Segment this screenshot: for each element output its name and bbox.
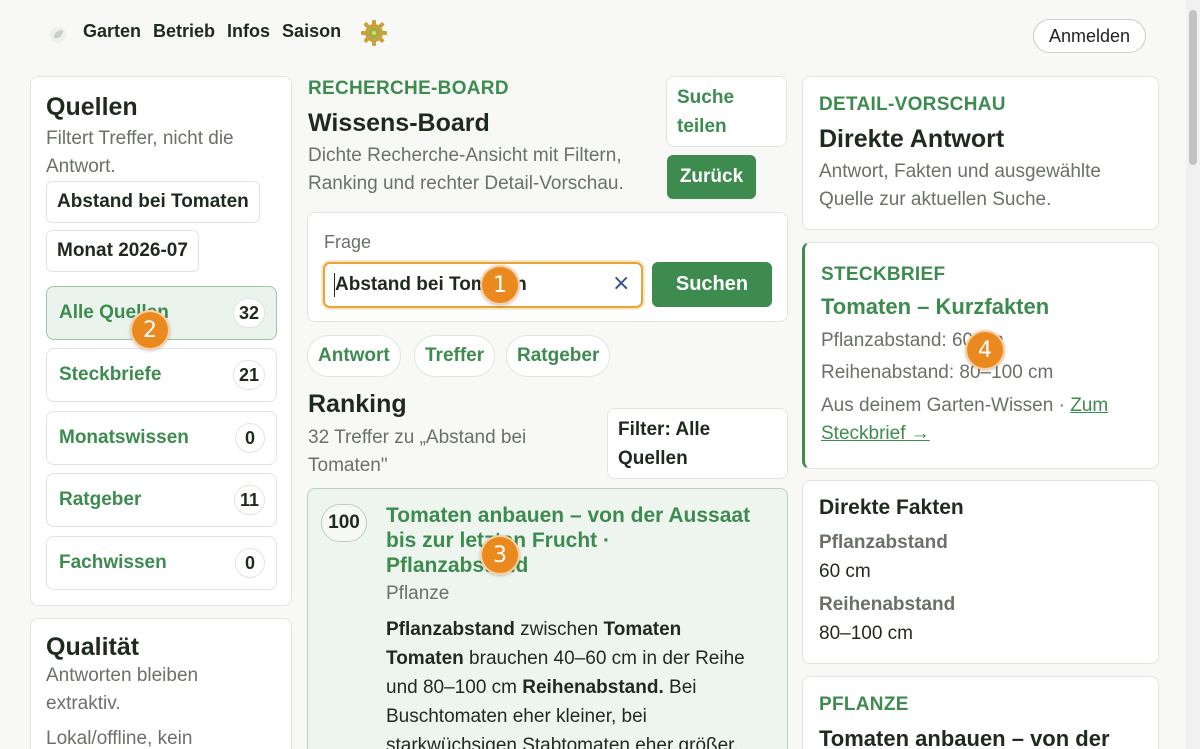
- quality-panel: Qualität Antworten bleiben extraktiv. Lo…: [30, 618, 292, 749]
- source-filter-label: Ratgeber: [59, 489, 142, 510]
- query-chip[interactable]: Abstand bei Tomaten: [46, 181, 260, 223]
- scrollbar-thumb[interactable]: [1189, 10, 1197, 165]
- share-search-button[interactable]: Suche teilen: [666, 76, 787, 147]
- source-filter-label: Steckbriefe: [59, 364, 162, 385]
- steckbrief-line-reihenabstand: Reihenabstand: 80–100 cm: [821, 362, 1054, 383]
- steckbrief-title: Tomaten – Kurzfakten: [821, 294, 1050, 319]
- nav-link-garten[interactable]: Garten: [83, 21, 141, 42]
- fact-label: Reihenabstand: [819, 594, 956, 615]
- tab-ratgeber[interactable]: Ratgeber: [506, 335, 611, 377]
- detail-title: Direkte Antwort: [819, 125, 1005, 153]
- annotation-badge-3: 3: [480, 535, 520, 575]
- ranking-title: Ranking: [308, 390, 407, 418]
- source-filter-count: 11: [233, 485, 265, 515]
- plant-eyebrow: PFLANZE: [819, 694, 909, 715]
- sources-subtitle: Filtert Treffer, nicht die Antwort.: [46, 128, 234, 177]
- source-filter-count: 0: [235, 548, 265, 578]
- source-filter-monatswissen[interactable]: Monatswissen 0: [46, 411, 277, 465]
- search-card: Frage Abstand bei Tomaten × Suchen: [307, 212, 788, 322]
- fact-value: 80–100 cm: [819, 623, 914, 644]
- result-card[interactable]: 100 Tomaten anbauen – von der Aussaat bi…: [307, 488, 788, 749]
- detail-eyebrow: DETAIL-VORSCHAU: [819, 94, 1006, 115]
- direct-facts-card: Direkte Fakten Pflanzabstand 60 cm Reihe…: [802, 480, 1159, 664]
- result-snippet: Pflanzabstand zwischen Tomaten Tomaten b…: [386, 615, 776, 749]
- annotation-badge-2: 2: [130, 310, 170, 350]
- snippet-term: Reihenabstand.: [522, 677, 664, 698]
- snippet-text: zwischen: [514, 619, 604, 640]
- page-scrollbar[interactable]: [1186, 0, 1200, 749]
- sources-title: Quellen: [46, 93, 138, 121]
- board-subtitle: Dichte Recherche-Ansicht mit Filtern, Ra…: [308, 145, 624, 194]
- ranking-subtitle: 32 Treffer zu „Abstand bei Tomaten": [308, 427, 527, 476]
- steckbrief-source: Aus deinem Garten-Wissen · Zum Steckbrie…: [821, 392, 1151, 448]
- result-score-badge: 100: [321, 504, 367, 542]
- board-eyebrow: RECHERCHE-BOARD: [308, 78, 509, 99]
- login-button[interactable]: Anmelden: [1033, 19, 1146, 53]
- quality-title: Qualität: [46, 633, 140, 661]
- quality-note: Lokal/offline, kein: [46, 728, 193, 749]
- source-filter-steckbriefe[interactable]: Steckbriefe 21: [46, 348, 277, 402]
- tab-antwort[interactable]: Antwort: [307, 335, 401, 377]
- filter-chip[interactable]: Filter: Alle Quellen: [607, 408, 788, 479]
- fact-value: 60 cm: [819, 561, 871, 582]
- gear-icon[interactable]: [360, 19, 388, 47]
- source-filter-count: 21: [232, 360, 265, 390]
- result-title[interactable]: Tomaten anbauen – von der Aussaat bis zu…: [386, 503, 756, 578]
- snippet-term: Pflanzabstand: [386, 619, 515, 640]
- annotation-badge-4: 4: [965, 330, 1005, 370]
- text-cursor: [334, 273, 335, 297]
- leaf-logo-icon[interactable]: [49, 26, 67, 44]
- fact-label: Pflanzabstand: [819, 532, 948, 553]
- nav-link-betrieb[interactable]: Betrieb: [153, 21, 215, 42]
- search-button[interactable]: Suchen: [652, 262, 772, 307]
- source-filter-fachwissen[interactable]: Fachwissen 0: [46, 536, 277, 590]
- month-chip[interactable]: Monat 2026-07: [46, 230, 199, 272]
- filter-chip-label: Filter: Alle Quellen: [618, 419, 711, 469]
- annotation-badge-1: 1: [480, 265, 520, 305]
- plant-card: PFLANZE Tomaten anbauen – von der: [802, 676, 1159, 749]
- steckbrief-source-prefix: Aus deinem Garten-Wissen ·: [821, 395, 1071, 416]
- source-filter-ratgeber[interactable]: Ratgeber 11: [46, 473, 277, 527]
- detail-subtitle: Antwort, Fakten und ausgewählte Quelle z…: [819, 161, 1102, 210]
- snippet-term: Tomaten: [603, 619, 682, 640]
- tab-treffer[interactable]: Treffer: [414, 335, 496, 377]
- result-category: Pflanze: [386, 583, 450, 604]
- nav-link-saison[interactable]: Saison: [282, 21, 341, 42]
- share-search-label: Suche teilen: [677, 87, 735, 137]
- back-button[interactable]: Zurück: [667, 155, 756, 199]
- nav-link-infos[interactable]: Infos: [227, 21, 270, 42]
- board-title: Wissens-Board: [308, 109, 490, 137]
- clear-search-icon[interactable]: ×: [612, 271, 630, 296]
- plant-title: Tomaten anbauen – von der: [819, 726, 1110, 749]
- source-filter-label: Fachwissen: [59, 552, 167, 573]
- top-navigation: Garten Betrieb Infos Saison Anmelden: [0, 0, 1186, 66]
- main-nav: Garten Betrieb Infos Saison: [83, 21, 341, 42]
- facts-title: Direkte Fakten: [819, 496, 964, 519]
- question-label: Frage: [324, 232, 372, 252]
- source-filter-count: 32: [232, 298, 265, 328]
- source-filter-count: 0: [235, 423, 265, 453]
- quality-subtitle: Antworten bleiben extraktiv.: [46, 665, 199, 714]
- steckbrief-eyebrow: STECKBRIEF: [821, 264, 946, 285]
- source-filter-label: Monatswissen: [59, 427, 189, 448]
- snippet-term: Tomaten: [386, 648, 464, 669]
- detail-header-card: DETAIL-VORSCHAU Direkte Antwort Antwort,…: [802, 76, 1159, 230]
